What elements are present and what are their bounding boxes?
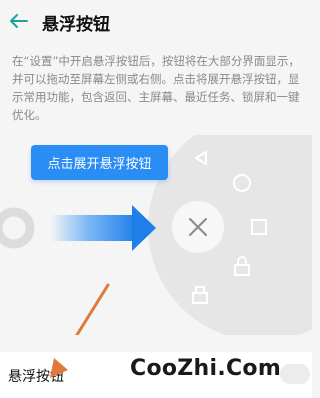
top-bar: 悬浮按钮 bbox=[0, 0, 312, 44]
expand-arrow-icon bbox=[50, 205, 156, 251]
watermark-text: CooZhi.Com bbox=[130, 356, 282, 381]
page-title: 悬浮按钮 bbox=[42, 15, 110, 35]
back-arrow-icon bbox=[10, 14, 28, 28]
floating-ring-icon bbox=[0, 207, 35, 249]
back-button[interactable] bbox=[6, 8, 32, 34]
expanded-menu-disc bbox=[148, 135, 312, 335]
pointer-arrow-icon bbox=[75, 283, 110, 335]
pointer-arrow-head-icon bbox=[50, 358, 68, 378]
expand-floating-button[interactable]: 点击展开悬浮按钮 bbox=[31, 145, 168, 180]
floating-button-toggle[interactable] bbox=[280, 364, 310, 384]
feature-description: 在“设置”中开启悬浮按钮后，按钮将在大部分界面显示，并可以拖动至屏幕左侧或右侧。… bbox=[12, 54, 300, 122]
